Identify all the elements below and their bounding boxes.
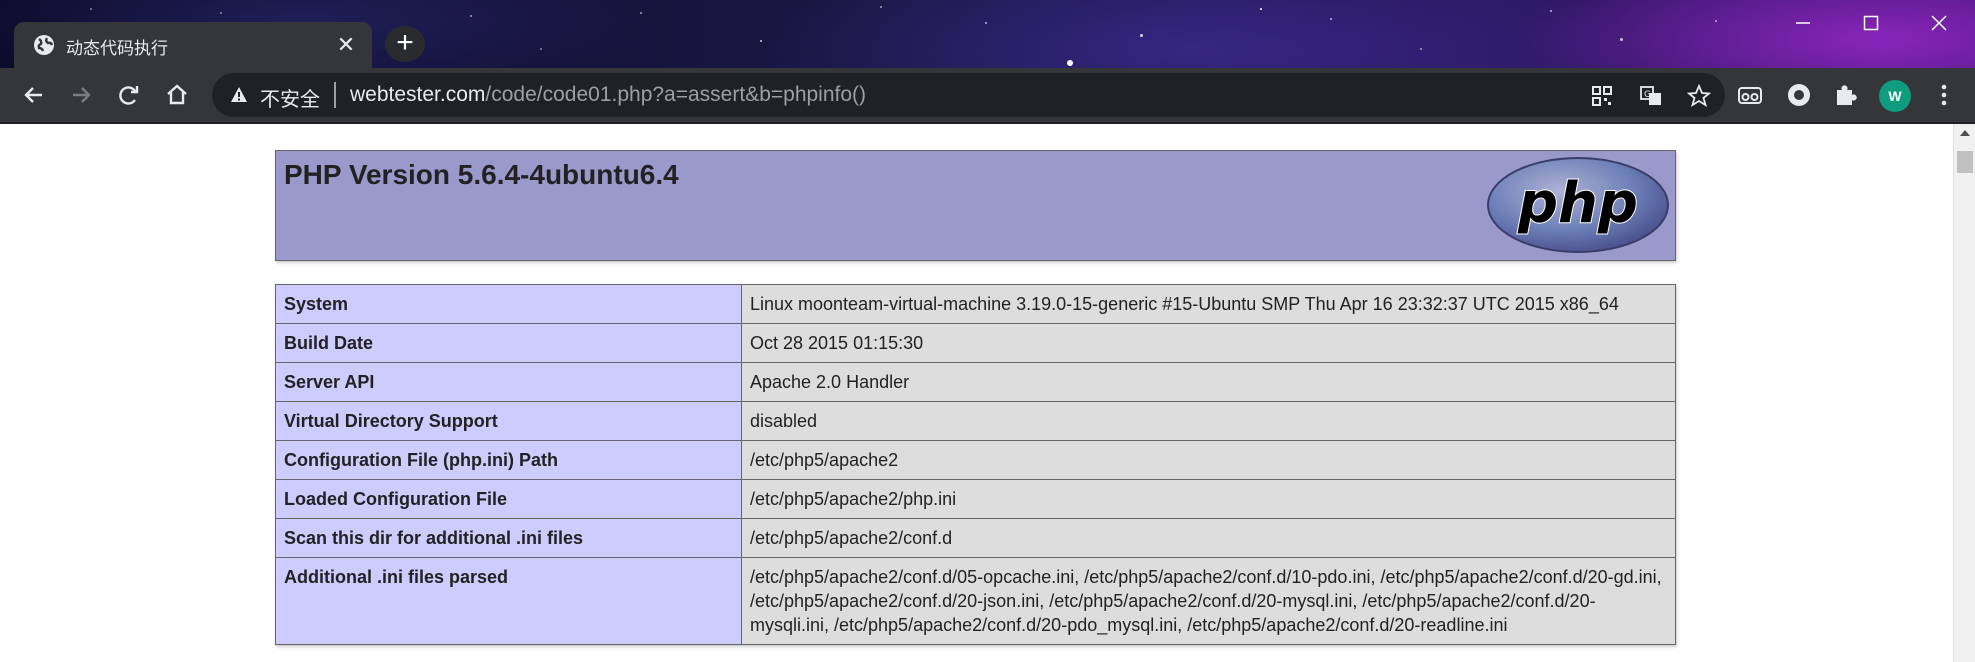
address-separator: [334, 82, 336, 108]
info-key: Server API: [275, 362, 742, 402]
php-info-table: System Linux moonteam-virtual-machine 3.1…: [275, 284, 1676, 645]
minimize-icon: [1796, 22, 1810, 24]
table-row: Scan this dir for additional .ini files /…: [275, 518, 1676, 558]
new-tab-button[interactable]: +: [385, 26, 425, 62]
info-key: Additional .ini files parsed: [275, 557, 742, 645]
not-secure-label[interactable]: 不安全: [260, 83, 320, 112]
url-host: webtester.com: [350, 83, 486, 106]
info-key: Build Date: [275, 323, 742, 363]
qr-code-icon[interactable]: [1590, 84, 1614, 108]
back-arrow-icon[interactable]: [20, 81, 48, 109]
browser-tab[interactable]: 动态代码执行 ✕: [14, 22, 372, 68]
table-row: Additional .ini files parsed/etc/php5/ap…: [275, 557, 1676, 645]
scroll-up-arrow-icon[interactable]: [1960, 130, 1970, 136]
close-window-button[interactable]: [1906, 0, 1972, 46]
php-version-header: PHP Version 5.6.4-4ubuntu6.4 php: [275, 150, 1676, 261]
url-text[interactable]: webtester.com/code/code01.php?a=assert&b…: [350, 83, 866, 107]
info-value: /etc/php5/apache2/conf.d/05-opcache.ini,…: [741, 557, 1676, 645]
vertical-scrollbar[interactable]: [1953, 124, 1975, 662]
warning-icon[interactable]: [230, 86, 248, 104]
svg-text:php: php: [1517, 171, 1638, 236]
url-path: /code/code01.php?a=assert&b=phpinfo(): [485, 83, 867, 106]
bookmark-star-icon[interactable]: [1687, 84, 1711, 108]
profile-avatar[interactable]: W: [1879, 80, 1911, 112]
info-value: Apache 2.0 Handler: [741, 362, 1676, 402]
minimize-button[interactable]: [1770, 0, 1836, 46]
scrollbar-thumb[interactable]: [1957, 151, 1973, 173]
menu-kebab-icon[interactable]: [1930, 81, 1958, 109]
table-row: Loaded Configuration File/etc/php5/apach…: [275, 479, 1676, 519]
table-row: Server API Apache 2.0 Handler: [275, 362, 1676, 402]
maximize-button[interactable]: [1838, 0, 1904, 46]
svg-text:G: G: [1644, 90, 1651, 100]
info-value: /etc/php5/apache2: [741, 440, 1676, 480]
table-row: Configuration File (php.ini) Path/etc/ph…: [275, 440, 1676, 480]
info-key: Loaded Configuration File: [275, 479, 742, 519]
info-key: Configuration File (php.ini) Path: [275, 440, 742, 480]
reading-mode-icon[interactable]: [1736, 81, 1764, 109]
address-bar[interactable]: 不安全 webtester.com/code/code01.php?a=asse…: [212, 73, 1725, 117]
page-title: PHP Version 5.6.4-4ubuntu6.4: [284, 159, 679, 190]
table-row: System Linux moonteam-virtual-machine 3.1…: [275, 284, 1676, 324]
maximize-icon: [1863, 15, 1879, 31]
globe-icon: [34, 35, 54, 55]
tab-title: 动态代码执行: [66, 39, 168, 59]
info-value: disabled: [741, 401, 1676, 441]
info-value: /etc/php5/apache2/php.ini: [741, 479, 1676, 519]
extensions-puzzle-icon[interactable]: [1832, 81, 1860, 109]
extension-circle-icon[interactable]: [1785, 81, 1813, 109]
browser-title-bar: 动态代码执行 ✕ +: [0, 0, 1975, 68]
info-key: Virtual Directory Support: [275, 401, 742, 441]
php-logo[interactable]: php: [1486, 156, 1670, 254]
tab-close-icon[interactable]: ✕: [334, 33, 358, 57]
info-value: Linux moonteam-virtual-machine 3.19.0-15…: [741, 284, 1676, 324]
browser-toolbar: 不安全 webtester.com/code/code01.php?a=asse…: [0, 68, 1975, 122]
info-value: Oct 28 2015 01:15:30: [741, 323, 1676, 363]
reload-icon[interactable]: [115, 81, 143, 109]
home-icon[interactable]: [163, 81, 191, 109]
table-row: Virtual Directory Support disabled: [275, 401, 1676, 441]
info-key: Scan this dir for additional .ini files: [275, 518, 742, 558]
info-value: /etc/php5/apache2/conf.d: [741, 518, 1676, 558]
translate-icon[interactable]: G: [1639, 84, 1663, 108]
close-icon: [1931, 15, 1947, 31]
forward-arrow-icon[interactable]: [67, 81, 95, 109]
info-key: System: [275, 284, 742, 324]
page-viewport[interactable]: PHP Version 5.6.4-4ubuntu6.4 php System L…: [0, 124, 1953, 662]
table-row: Build Date Oct 28 2015 01:15:30: [275, 323, 1676, 363]
